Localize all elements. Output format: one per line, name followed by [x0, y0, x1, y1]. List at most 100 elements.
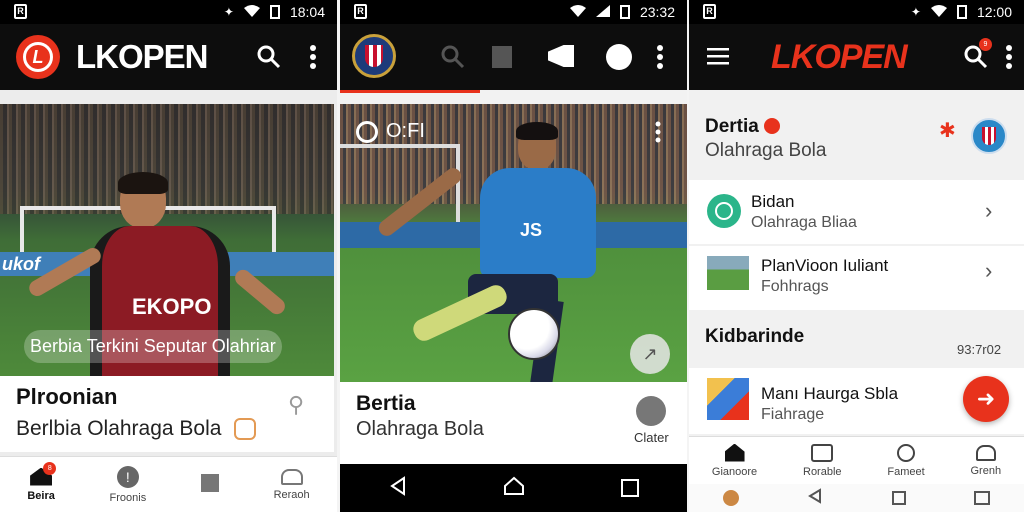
search-badge: 9 [979, 38, 992, 51]
screen-home: R ✦ 18:04 L LKOPEN ukof EKOPO Berbia Ter… [0, 0, 337, 512]
status-bar: R 23:32 [340, 0, 687, 24]
section-header: Dertia Olahraga Bola ✱ [689, 92, 1024, 176]
club-crest-icon[interactable] [971, 118, 1007, 154]
tomato-icon [764, 118, 781, 134]
recents-icon[interactable] [891, 491, 906, 505]
avatar[interactable] [723, 490, 740, 506]
sparkle-icon: ✱ [939, 120, 956, 142]
club-crest-icon[interactable] [352, 34, 396, 78]
loading-bar [340, 90, 480, 93]
hero-tag-text: O:FI [386, 120, 425, 142]
screen-article: R 23:32 O:FI JS ↗ Bertia Olahraga Bola C… [340, 0, 687, 512]
more-menu-icon[interactable] [656, 44, 664, 75]
nav-notifications-label: Reraoh [273, 488, 310, 501]
bottom-nav: Gianoore Rorable Fameet Grenh [689, 436, 1024, 484]
header-subtitle: Olahraga Bola [705, 140, 827, 161]
list-item[interactable]: PlanVioon Iuliant Fohhrags › [689, 246, 1024, 310]
screen-list: R ✦ 12:00 LKOPEN 9 Dertia Olahraga Bola … [689, 0, 1024, 512]
status-bar: R ✦ 18:04 [0, 0, 337, 24]
nav-live[interactable]: Fameet [887, 443, 925, 478]
more-menu-icon[interactable] [654, 120, 662, 149]
hero-caption: Berbia Terkini Seputar Olahriar [24, 330, 282, 363]
nav-notifications-label: Grenh [970, 464, 1002, 477]
megaphone-icon[interactable] [548, 45, 574, 67]
recents-icon[interactable] [621, 479, 640, 497]
list-item-icon [707, 194, 741, 228]
status-time: 23:32 [639, 4, 675, 20]
app-logo[interactable]: L [16, 35, 60, 79]
article-card[interactable]: Bertia Olahraga Bola Clater [340, 382, 687, 464]
hero-image[interactable]: O:FI JS ↗ [340, 104, 687, 382]
nav-saved[interactable] [200, 473, 219, 496]
list-item[interactable]: Bidan Olahraga Bliaa › [689, 180, 1024, 244]
share-icon[interactable]: ⚲ [288, 392, 304, 418]
nav-home-label: Beira [27, 489, 55, 502]
header-title: Dertia [705, 116, 781, 138]
comment-button[interactable] [636, 396, 666, 426]
alert-icon: ! [116, 465, 139, 488]
jersey-text: JS [520, 220, 543, 240]
app-title: LKOPEN [771, 38, 908, 76]
app-title: LKOPEN [76, 38, 209, 75]
list-item-title: PlanVioon Iuliant [761, 256, 889, 275]
search-icon[interactable] [256, 44, 282, 75]
wifi-icon [930, 4, 947, 20]
logo-icon [356, 120, 378, 143]
bookmark-icon [200, 473, 219, 492]
article-card[interactable]: Plroonian Berlbia Olahraga Bola ⚲ [0, 376, 334, 452]
list-item-subtitle: Olahraga Bliaa [751, 214, 857, 231]
search-icon[interactable] [440, 44, 466, 75]
jersey-text: EKOPO [132, 294, 212, 319]
nav-live-label: Fameet [887, 465, 925, 478]
nav-alerts[interactable]: ! Froonis [109, 465, 147, 504]
more-menu-icon[interactable] [1005, 44, 1013, 75]
hamburger-menu-icon[interactable] [707, 48, 729, 71]
bottom-nav: 8 Beira ! Froonis Reraoh [0, 456, 337, 512]
nav-notifications[interactable]: Grenh [970, 444, 1002, 477]
nav-scores[interactable]: Rorable [803, 443, 842, 478]
nav-home-label: Gianoore [711, 465, 758, 478]
nav-scores-label: Rorable [803, 465, 842, 478]
header-title-text: Dertia [705, 116, 759, 137]
list-item-subtitle: Fiahrage [761, 406, 825, 423]
wifi-icon [569, 4, 586, 20]
section-title: Kidbarinde [705, 326, 805, 347]
signal-icon [595, 4, 610, 20]
menu-icon[interactable] [973, 491, 990, 505]
more-menu-icon[interactable] [309, 44, 317, 75]
app-bar [340, 24, 687, 90]
battery-icon [619, 5, 630, 19]
wifi-icon [243, 4, 260, 20]
notification-icon: R [354, 4, 367, 19]
fab-button[interactable]: ➜ [963, 376, 1009, 422]
home-icon[interactable] [503, 476, 525, 501]
status-time: 12:00 [976, 4, 1012, 20]
card-title: Bertia [356, 392, 416, 415]
card-subtitle: Berlbia Olahraga Bola [16, 417, 222, 440]
card-title: Plroonian [16, 384, 118, 409]
nav-home[interactable]: Gianoore [711, 443, 758, 478]
stopwatch-icon [897, 443, 915, 462]
hand-icon [234, 418, 256, 440]
hero-image[interactable]: ukof EKOPO Berbia Terkini Seputar Olahri… [0, 104, 334, 376]
signal-icon: ✦ [223, 5, 234, 19]
share-button[interactable]: ↗ [630, 334, 670, 374]
bookmark-icon[interactable] [492, 46, 512, 68]
mascot-icon[interactable] [606, 44, 632, 70]
ad-banner-text: ukof [2, 254, 40, 274]
nav-home[interactable]: 8 Beira [27, 461, 57, 502]
soccer-ball [508, 308, 560, 360]
system-nav-bar [689, 484, 1024, 512]
list-item-thumbnail [707, 256, 749, 290]
search-icon[interactable]: 9 [963, 38, 992, 75]
back-icon[interactable] [807, 487, 823, 509]
nav-badge: 8 [43, 461, 57, 475]
list-item-thumbnail [707, 378, 749, 420]
nav-notifications[interactable]: Reraoh [273, 468, 310, 501]
battery-icon [269, 5, 280, 19]
signal-icon: ✦ [910, 5, 921, 19]
chevron-right-icon: › [985, 198, 993, 223]
back-icon[interactable] [388, 475, 408, 501]
home-icon [724, 443, 745, 462]
nav-alerts-label: Froonis [109, 491, 147, 504]
